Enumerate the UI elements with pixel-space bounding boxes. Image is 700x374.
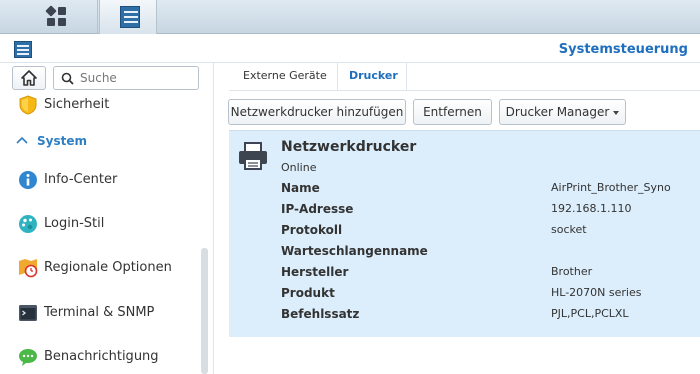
sidebar-section-system[interactable]: System — [0, 131, 200, 153]
property-row: Produkt HL-2070N series — [281, 286, 691, 306]
control-panel-icon — [120, 6, 140, 28]
home-button[interactable] — [12, 66, 46, 90]
search-field[interactable] — [53, 66, 199, 90]
sidebar-scrollbar[interactable] — [201, 248, 208, 374]
sidebar-section-label: System — [37, 134, 87, 148]
property-key: IP-Adresse — [281, 202, 354, 216]
property-value: AirPrint_Brother_Syno — [551, 181, 671, 194]
sidebar: Sicherheit System Info-Center Login-Stil — [0, 63, 214, 374]
printer-manager-label: Drucker Manager — [505, 105, 610, 119]
main-menu-button[interactable] — [0, 0, 98, 34]
search-icon — [61, 72, 74, 85]
home-icon — [21, 70, 37, 86]
terminal-icon — [19, 305, 37, 321]
property-key: Protokoll — [281, 223, 343, 237]
printer-icon — [239, 142, 267, 170]
sidebar-item-benachrichtigung[interactable]: Benachrichtigung — [0, 342, 200, 372]
printer-manager-dropdown[interactable]: Drucker Manager — [499, 99, 626, 125]
sidebar-item-login-stil[interactable]: Login-Stil — [0, 209, 200, 239]
taskbar-control-panel-button[interactable] — [99, 0, 157, 34]
window-app-icon — [14, 41, 32, 58]
property-row: IP-Adresse 192.168.1.110 — [281, 202, 691, 222]
shield-icon — [19, 95, 37, 115]
printer-name: Netzwerkdrucker — [281, 139, 417, 155]
sidebar-item-terminal-snmp[interactable]: Terminal & SNMP — [0, 298, 200, 328]
property-value: PJL,PCL,PCLXL — [551, 307, 629, 320]
search-input[interactable] — [80, 70, 192, 86]
sidebar-item-label: Info-Center — [44, 172, 118, 187]
property-row: Befehlssatz PJL,PCL,PCLXL — [281, 307, 691, 327]
property-key: Hersteller — [281, 265, 349, 279]
main-menu-icon — [45, 5, 67, 27]
window-title: Systemsteuerung — [558, 42, 688, 57]
property-key: Warteschlangenname — [281, 244, 428, 258]
add-network-printer-button[interactable]: Netzwerkdrucker hinzufügen — [228, 99, 406, 125]
caret-down-icon — [613, 110, 620, 115]
sidebar-item-label: Regionale Optionen — [44, 260, 172, 275]
property-value: Brother — [551, 265, 593, 278]
property-value: socket — [551, 223, 587, 236]
property-row: Hersteller Brother — [281, 265, 691, 285]
property-key: Befehlssatz — [281, 307, 360, 321]
property-value: HL-2070N series — [551, 286, 642, 299]
printer-status: Online — [281, 161, 317, 174]
tab-bar: Externe Geräte Drucker — [229, 63, 700, 91]
sidebar-item-label: Benachrichtigung — [44, 349, 159, 364]
printer-list-item[interactable]: Netzwerkdrucker Online Name AirPrint_Bro… — [229, 130, 700, 337]
tab-externe-geraete[interactable]: Externe Geräte — [243, 69, 327, 82]
chat-bubble-icon — [19, 349, 37, 366]
remove-button[interactable]: Entfernen — [413, 99, 492, 125]
chevron-up-icon — [16, 136, 28, 144]
property-row: Name AirPrint_Brother_Syno — [281, 181, 691, 201]
sidebar-item-sicherheit[interactable]: Sicherheit — [0, 90, 200, 120]
regional-clock-icon — [19, 259, 38, 278]
palette-icon — [19, 215, 37, 233]
sidebar-item-regionale-optionen[interactable]: Regionale Optionen — [0, 253, 200, 283]
info-icon — [19, 171, 37, 189]
sidebar-item-label: Sicherheit — [44, 97, 110, 112]
sidebar-item-label: Login-Stil — [44, 216, 105, 231]
main-panel: Externe Geräte Drucker Netzwerkdrucker h… — [215, 63, 700, 374]
sidebar-item-label: Terminal & SNMP — [44, 305, 155, 320]
property-value: 192.168.1.110 — [551, 202, 632, 215]
window-titlebar: Systemsteuerung — [0, 35, 700, 63]
property-row: Warteschlangenname — [281, 244, 691, 264]
property-row: Protokoll socket — [281, 223, 691, 243]
property-key: Name — [281, 181, 320, 195]
tab-drucker[interactable]: Drucker — [349, 69, 398, 82]
taskbar — [0, 0, 700, 34]
sidebar-item-info-center[interactable]: Info-Center — [0, 165, 200, 195]
property-key: Produkt — [281, 286, 335, 300]
